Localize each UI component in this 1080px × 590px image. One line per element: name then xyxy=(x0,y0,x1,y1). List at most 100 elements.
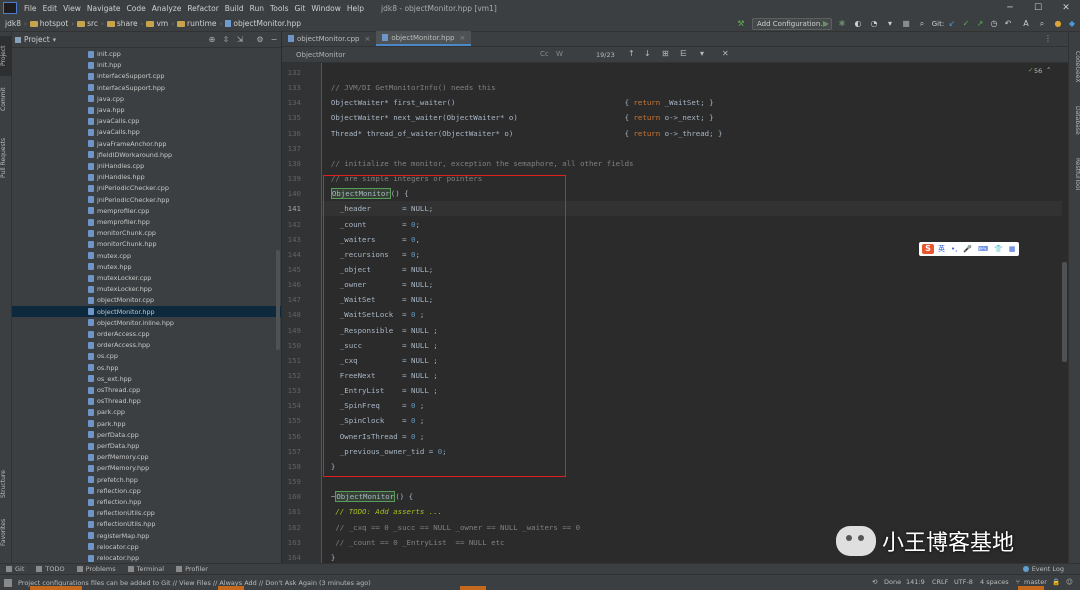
indent-setting[interactable]: 4 spaces xyxy=(980,578,1009,586)
tree-file-item[interactable]: interfaceSupport.cpp xyxy=(12,71,281,82)
project-tool-tab[interactable]: Project xyxy=(0,36,12,76)
tab-objectmonitor-cpp[interactable]: objectMonitor.cpp × xyxy=(282,31,376,46)
tree-file-item[interactable]: osThread.hpp xyxy=(12,396,281,407)
codegeex-tool-tab[interactable]: CodeGeeX xyxy=(1069,42,1080,92)
chevron-down-icon[interactable]: ▾ xyxy=(53,36,57,44)
tree-file-item[interactable]: registerMap.hpp xyxy=(12,530,281,541)
tree-file-item[interactable]: os.cpp xyxy=(12,351,281,362)
tree-file-item[interactable]: reflection.cpp xyxy=(12,485,281,496)
tree-file-item[interactable]: park.cpp xyxy=(12,407,281,418)
tree-file-item[interactable]: objectMonitor.cpp xyxy=(12,295,281,306)
tree-file-item[interactable]: java.hpp xyxy=(12,105,281,116)
git-history-icon[interactable]: ◷ xyxy=(988,18,1000,30)
filter-icon[interactable]: ⋿ xyxy=(680,49,687,58)
menu-navigate[interactable]: Navigate xyxy=(84,4,124,13)
menu-refactor[interactable]: Refactor xyxy=(184,4,221,13)
restfultool-tool-tab[interactable]: RestfulTool xyxy=(1069,148,1080,200)
tree-file-item[interactable]: jfieldIDWorkaround.hpp xyxy=(12,149,281,160)
breadcrumb-item[interactable]: runtime xyxy=(175,19,219,28)
find-word-toggle[interactable]: W xyxy=(556,50,563,58)
menu-run[interactable]: Run xyxy=(247,4,267,13)
more-run-icon[interactable]: ▾ xyxy=(884,18,896,30)
git-rollback-icon[interactable]: ↶ xyxy=(1002,18,1014,30)
breadcrumb-item[interactable]: vm xyxy=(144,19,170,28)
next-match-icon[interactable]: ↓ xyxy=(644,49,651,58)
notifications-icon[interactable]: ☺ xyxy=(1066,578,1073,586)
menu-edit[interactable]: Edit xyxy=(40,4,61,13)
commit-tool-tab[interactable]: Commit xyxy=(0,80,12,118)
punctuation-icon[interactable]: •, xyxy=(951,245,957,253)
tree-file-item[interactable]: objectMonitor.inline.hpp xyxy=(12,317,281,328)
breadcrumb-item[interactable]: hotspot xyxy=(28,19,70,28)
code-line[interactable]: // initialize the monitor, exception the… xyxy=(322,156,1062,171)
tool-tab-git[interactable]: Git xyxy=(0,565,30,573)
stop-icon[interactable]: ■ xyxy=(900,18,912,30)
menu-file[interactable]: File xyxy=(21,4,40,13)
collapse-all-icon[interactable]: ⇲ xyxy=(234,34,246,46)
tree-file-item[interactable]: reflectionUtils.hpp xyxy=(12,519,281,530)
tree-file-item[interactable]: mutexLocker.cpp xyxy=(12,273,281,284)
toolbox-icon[interactable]: ▦ xyxy=(1009,245,1016,253)
menu-git[interactable]: Git xyxy=(291,4,308,13)
structure-tool-tab[interactable]: Structure xyxy=(0,462,12,506)
maximize-button[interactable]: ☐ xyxy=(1024,0,1052,16)
code-line[interactable] xyxy=(322,141,1062,156)
tool-tab-profiler[interactable]: Profiler xyxy=(170,565,214,573)
editor-breadcrumb[interactable]: ObjectMonitor xyxy=(296,51,345,59)
tree-file-item[interactable]: perfMemory.cpp xyxy=(12,452,281,463)
tree-file-item[interactable]: monitorChunk.hpp xyxy=(12,239,281,250)
code-line[interactable]: ObjectWaiter* next_waiter(ObjectWaiter* … xyxy=(322,110,1062,125)
event-log-tab[interactable]: Event Log xyxy=(1022,565,1064,573)
tree-file-item[interactable]: javaCalls.hpp xyxy=(12,127,281,138)
locate-file-icon[interactable]: ⊕ xyxy=(206,34,218,46)
ime-toolbar[interactable]: S 英 •, 🎤 ⌨ 👕 ▦ xyxy=(919,242,1019,256)
hide-panel-icon[interactable]: − xyxy=(268,34,280,46)
tree-file-item[interactable]: memprofiler.cpp xyxy=(12,205,281,216)
tree-file-item[interactable]: objectMonitor.hpp xyxy=(12,306,281,318)
git-branch[interactable]: master xyxy=(1024,578,1047,586)
tree-file-item[interactable]: memprofiler.hpp xyxy=(12,217,281,228)
menu-help[interactable]: Help xyxy=(344,4,367,13)
tree-file-item[interactable]: init.hpp xyxy=(12,60,281,71)
tree-file-item[interactable]: jniPeriodicChecker.hpp xyxy=(12,194,281,205)
code-line[interactable]: Thread* thread_of_waiter(ObjectWaiter* o… xyxy=(322,126,1062,141)
tree-file-item[interactable]: mutex.hpp xyxy=(12,261,281,272)
tree-file-item[interactable]: reflectionUtils.cpp xyxy=(12,508,281,519)
tree-file-item[interactable]: reflection.hpp xyxy=(12,497,281,508)
code-line[interactable]: // JVM/DI GetMonitorInfo() needs this xyxy=(322,80,1062,95)
git-push-icon[interactable]: ↗ xyxy=(974,18,986,30)
tool-tab-problems[interactable]: Problems xyxy=(71,565,122,573)
code-line[interactable] xyxy=(322,65,1062,80)
tree-file-item[interactable]: orderAccess.hpp xyxy=(12,340,281,351)
skin-icon[interactable]: 👕 xyxy=(994,245,1003,253)
search-everywhere-icon[interactable]: ⌕ xyxy=(916,18,928,30)
minimize-button[interactable]: ─ xyxy=(996,0,1024,16)
pull-requests-tool-tab[interactable]: Pull Requests xyxy=(0,122,12,194)
debug-icon[interactable]: ✱ xyxy=(836,18,848,30)
code-line[interactable]: ~ObjectMonitor() { xyxy=(322,489,1062,504)
microphone-icon[interactable]: 🎤 xyxy=(963,245,972,253)
menu-view[interactable]: View xyxy=(60,4,84,13)
build-hammer-icon[interactable]: ⚒ xyxy=(735,18,747,30)
tree-file-item[interactable]: javaFrameAnchor.hpp xyxy=(12,138,281,149)
tree-file-item[interactable]: park.hpp xyxy=(12,418,281,429)
tab-objectmonitor-hpp[interactable]: objectMonitor.hpp × xyxy=(376,31,472,46)
tree-file-item[interactable]: relocator.hpp xyxy=(12,553,281,564)
database-tool-tab[interactable]: Database xyxy=(1069,98,1080,142)
tree-file-item[interactable]: perfData.hpp xyxy=(12,441,281,452)
menu-code[interactable]: Code xyxy=(124,4,149,13)
filter-options-icon[interactable]: ▾ xyxy=(700,49,704,58)
tab-list-menu-icon[interactable]: ⋮ xyxy=(1044,34,1052,43)
tool-tab-terminal[interactable]: Terminal xyxy=(122,565,170,573)
breadcrumb-item[interactable]: share xyxy=(105,19,140,28)
breadcrumb-item[interactable]: src xyxy=(75,19,100,28)
lock-icon[interactable]: 🔒 xyxy=(1052,578,1060,586)
tree-file-item[interactable]: javaCalls.cpp xyxy=(12,116,281,127)
update-icon[interactable]: ● xyxy=(1052,18,1064,30)
search-icon[interactable]: ⌕ xyxy=(1036,18,1048,30)
tree-file-item[interactable]: jniHandles.hpp xyxy=(12,172,281,183)
tree-file-item[interactable]: orderAccess.cpp xyxy=(12,329,281,340)
favorites-tool-tab[interactable]: Favorites xyxy=(0,510,12,554)
ime-language[interactable]: 英 xyxy=(938,244,945,254)
tree-file-item[interactable]: mutex.cpp xyxy=(12,250,281,261)
